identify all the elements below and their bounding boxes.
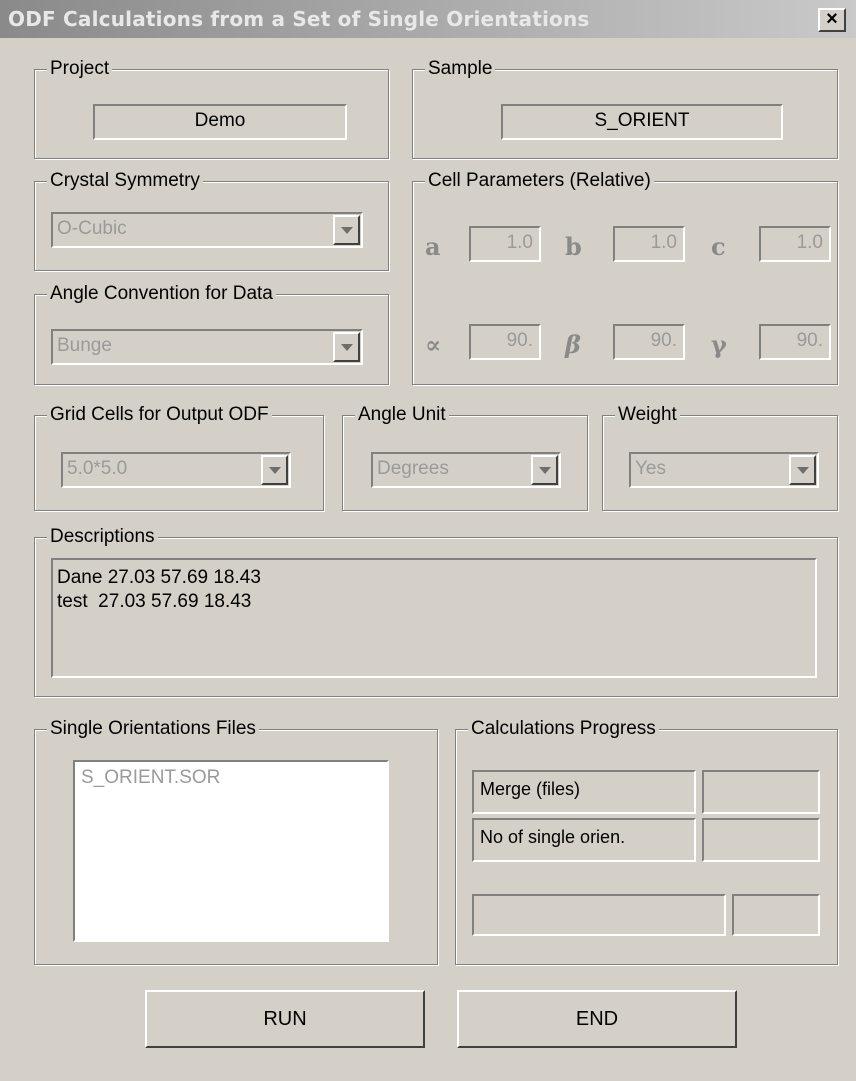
- cell-beta-input[interactable]: 90.: [613, 324, 685, 360]
- orientation-count-value: [702, 818, 820, 862]
- angle-convention-group: Angle Convention for Data Bunge: [34, 283, 389, 385]
- angle-convention-select[interactable]: Bunge: [51, 329, 363, 365]
- window-title: ODF Calculations from a Set of Single Or…: [8, 7, 590, 31]
- angle-unit-group: Angle Unit Degrees: [342, 404, 588, 511]
- progress-group: Calculations Progress Merge (files) No o…: [455, 718, 838, 965]
- progress-legend: Calculations Progress: [468, 718, 659, 740]
- description-line: Dane 27.03 57.69 18.43: [57, 567, 261, 588]
- sample-group: Sample S_ORIENT: [412, 58, 838, 159]
- crystal-symmetry-group: Crystal Symmetry O-Cubic: [34, 170, 389, 271]
- angle-unit-value: Degrees: [377, 458, 449, 479]
- descriptions-group: Descriptions Dane 27.03 57.69 18.43 test…: [34, 526, 838, 697]
- angle-convention-legend: Angle Convention for Data: [47, 283, 276, 305]
- close-icon[interactable]: ×: [818, 8, 846, 32]
- files-legend: Single Orientations Files: [47, 718, 259, 740]
- sample-field[interactable]: S_ORIENT: [501, 104, 783, 140]
- file-list-item[interactable]: S_ORIENT.SOR: [81, 764, 381, 792]
- progress-bar: [472, 894, 726, 936]
- cell-a-symbol: a: [425, 232, 441, 261]
- cell-a-input[interactable]: 1.0: [469, 226, 541, 262]
- crystal-symmetry-select[interactable]: O-Cubic: [51, 212, 363, 248]
- chevron-down-icon[interactable]: [333, 215, 360, 245]
- title-bar: ODF Calculations from a Set of Single Or…: [0, 0, 856, 40]
- cell-c-input[interactable]: 1.0: [759, 226, 831, 262]
- beta-symbol: β: [565, 330, 581, 359]
- descriptions-legend: Descriptions: [47, 526, 158, 548]
- cell-gamma-input[interactable]: 90.: [759, 324, 831, 360]
- end-button[interactable]: END: [457, 990, 737, 1048]
- chevron-down-icon[interactable]: [789, 455, 816, 485]
- crystal-symmetry-legend: Crystal Symmetry: [47, 170, 203, 192]
- project-group: Project Demo: [34, 58, 389, 159]
- gamma-symbol: γ: [711, 330, 727, 359]
- cell-parameters-legend: Cell Parameters (Relative): [425, 170, 654, 192]
- weight-group: Weight Yes: [602, 404, 838, 511]
- weight-value: Yes: [635, 458, 666, 479]
- merge-files-label: Merge (files): [472, 770, 696, 814]
- description-line: test 27.03 57.69 18.43: [57, 591, 252, 612]
- chevron-down-icon[interactable]: [261, 455, 288, 485]
- run-button[interactable]: RUN: [145, 990, 425, 1048]
- cell-b-input[interactable]: 1.0: [613, 226, 685, 262]
- project-field[interactable]: Demo: [93, 104, 347, 140]
- weight-legend: Weight: [615, 404, 680, 426]
- descriptions-textarea[interactable]: Dane 27.03 57.69 18.43 test 27.03 57.69 …: [51, 558, 817, 678]
- cell-c-symbol: c: [711, 232, 726, 261]
- sample-legend: Sample: [425, 58, 496, 80]
- alpha-symbol: ∝: [425, 330, 442, 359]
- orientation-count-label: No of single orien.: [472, 818, 696, 862]
- merge-files-value: [702, 770, 820, 814]
- grid-cells-group: Grid Cells for Output ODF 5.0*5.0: [34, 404, 324, 511]
- crystal-symmetry-value: O-Cubic: [57, 218, 127, 239]
- angle-unit-legend: Angle Unit: [355, 404, 449, 426]
- grid-cells-value: 5.0*5.0: [67, 458, 128, 479]
- angle-unit-select[interactable]: Degrees: [371, 452, 561, 488]
- grid-cells-legend: Grid Cells for Output ODF: [47, 404, 272, 426]
- project-legend: Project: [47, 58, 113, 80]
- cell-parameters-group: Cell Parameters (Relative) a 1.0 b 1.0 c…: [412, 170, 838, 385]
- files-group: Single Orientations Files S_ORIENT.SOR: [34, 718, 438, 965]
- cell-b-symbol: b: [565, 232, 582, 261]
- weight-select[interactable]: Yes: [629, 452, 819, 488]
- chevron-down-icon[interactable]: [333, 332, 360, 362]
- chevron-down-icon[interactable]: [531, 455, 558, 485]
- grid-cells-select[interactable]: 5.0*5.0: [61, 452, 291, 488]
- progress-percent: [732, 894, 820, 936]
- files-listbox[interactable]: S_ORIENT.SOR: [73, 760, 389, 942]
- cell-alpha-input[interactable]: 90.: [469, 324, 541, 360]
- angle-convention-value: Bunge: [57, 335, 112, 356]
